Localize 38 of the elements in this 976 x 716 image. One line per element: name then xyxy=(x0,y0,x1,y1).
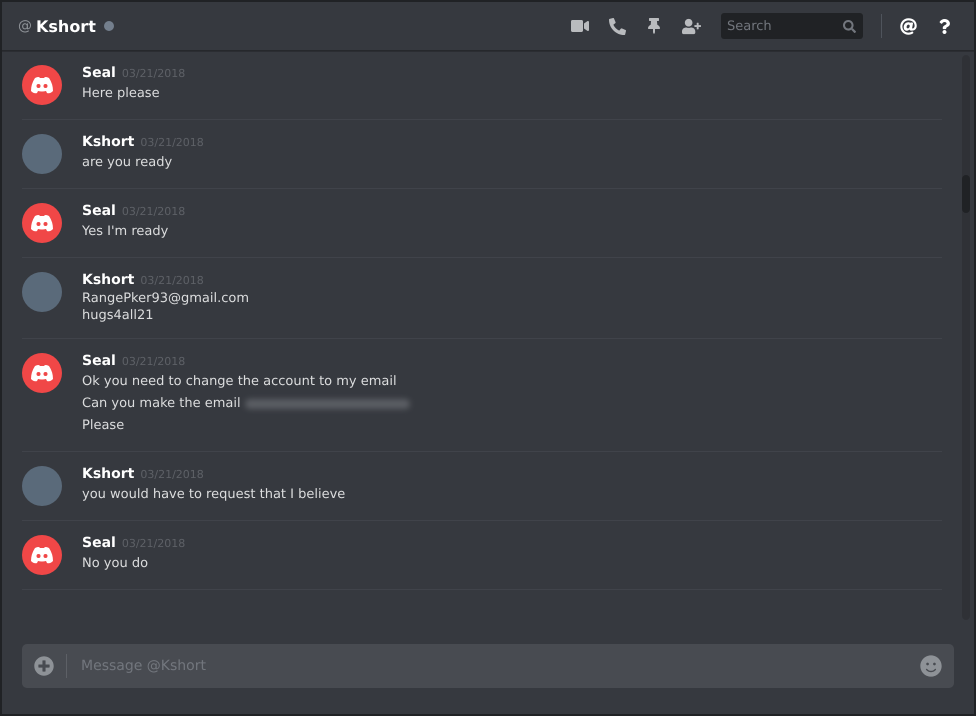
search-field[interactable]: Search xyxy=(721,13,863,39)
pin-icon[interactable] xyxy=(646,18,662,34)
message-text: Here please xyxy=(82,85,160,103)
message-text: Please xyxy=(82,417,124,435)
message-author[interactable]: Kshort xyxy=(82,272,134,288)
message-author[interactable]: Seal xyxy=(82,203,116,219)
message-text: Ok you need to change the account to my email xyxy=(82,373,397,391)
message-text: Can you make the email xyxy=(82,395,241,413)
search-icon xyxy=(843,20,856,33)
message-author[interactable]: Seal xyxy=(82,65,116,81)
message-text: No you do xyxy=(82,555,148,573)
game-controller-logo-icon xyxy=(30,546,54,564)
phone-icon[interactable] xyxy=(609,18,626,34)
message-author[interactable]: Kshort xyxy=(82,134,134,150)
game-controller-logo-icon xyxy=(30,214,54,232)
game-controller-logo-icon xyxy=(30,364,54,382)
mention-icon[interactable] xyxy=(900,18,917,34)
avatar-logo[interactable] xyxy=(22,203,62,243)
message-text: are you ready xyxy=(82,154,172,172)
channel-username: Kshort xyxy=(36,16,96,36)
message-author[interactable]: Seal xyxy=(82,535,116,551)
add-user-icon[interactable] xyxy=(682,16,701,36)
avatar-logo[interactable] xyxy=(22,65,62,105)
message-author[interactable]: Seal xyxy=(82,353,116,369)
add-icon[interactable] xyxy=(34,656,54,676)
message-text: Yes I'm ready xyxy=(82,223,168,241)
emoji-icon[interactable] xyxy=(920,655,942,677)
scrollbar-thumb[interactable] xyxy=(962,175,970,213)
message-author[interactable]: Kshort xyxy=(82,466,134,482)
message-text: you would have to request that I believe xyxy=(82,486,346,504)
avatar-logo[interactable] xyxy=(22,535,62,575)
message-text: RangePker93@gmail.com hugs4all21 xyxy=(82,290,249,324)
at-sign: @ xyxy=(18,18,32,34)
game-controller-logo-icon xyxy=(30,76,54,94)
scrollbar-track[interactable] xyxy=(962,55,970,620)
video-camera-icon[interactable] xyxy=(571,17,589,35)
avatar-logo[interactable] xyxy=(22,353,62,393)
help-icon[interactable] xyxy=(937,18,952,34)
